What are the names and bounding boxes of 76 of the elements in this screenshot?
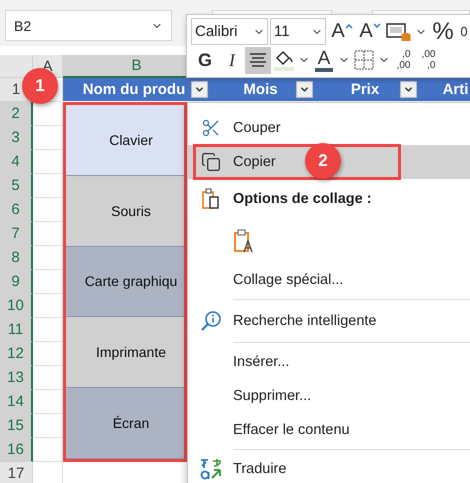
table-header-cell: Arti — [420, 78, 470, 102]
align-center-icon — [249, 52, 267, 68]
grid-cell — [33, 222, 63, 246]
row-header[interactable]: 15 — [0, 414, 33, 438]
row-header[interactable]: 11 — [0, 318, 33, 342]
row-header[interactable]: 2 — [0, 102, 33, 126]
name-box[interactable]: B2 — [5, 10, 172, 41]
select-all-corner[interactable] — [0, 55, 33, 78]
table-icon — [386, 20, 412, 43]
menu-item[interactable]: Effacer le contenu — [188, 413, 470, 447]
grid-cell — [33, 174, 63, 198]
filter-button[interactable] — [191, 81, 208, 98]
row-header[interactable]: 4 — [0, 150, 33, 174]
center-align-button[interactable] — [245, 46, 271, 74]
copy-icon — [200, 152, 220, 172]
row-header[interactable]: 8 — [0, 246, 33, 270]
grid-cell — [33, 414, 63, 438]
grid-cell — [33, 390, 63, 414]
row-header[interactable]: 9 — [0, 270, 33, 294]
decimal-button[interactable]: ,0 ,00 — [391, 46, 416, 74]
row-header[interactable]: 7 — [0, 222, 33, 246]
grid-cell — [33, 270, 63, 294]
table-header-cell: Prix — [316, 78, 420, 102]
menu-item[interactable]: Insérer... — [188, 345, 470, 379]
grid-cell — [33, 342, 63, 366]
filter-button[interactable] — [296, 81, 313, 98]
row-header[interactable]: 16 — [0, 438, 33, 462]
row-header[interactable]: 14 — [0, 390, 33, 414]
row-header[interactable]: 6 — [0, 198, 33, 222]
up-caret-icon — [344, 22, 353, 29]
table-header-cell: Nom du produ — [63, 78, 211, 102]
menu-item[interactable]: Recherche intelligente — [188, 302, 470, 340]
merged-cell: Imprimante — [66, 317, 184, 388]
merged-cell: Carte graphiqu — [66, 246, 184, 318]
input-field[interactable] — [212, 10, 332, 14]
grid-cell — [33, 246, 63, 270]
decimal-button[interactable]: ,00 ,0 — [416, 46, 441, 74]
menu-item[interactable]: Traduire — [188, 452, 470, 483]
grid-cell — [33, 438, 63, 462]
percent-button[interactable]: % — [428, 18, 458, 46]
search-icon — [200, 310, 222, 332]
grow-font-button[interactable]: A — [328, 18, 356, 46]
menu-item[interactable]: Couper — [188, 111, 470, 145]
merged-cell: Souris — [66, 176, 184, 247]
font-color-button[interactable]: A — [311, 46, 337, 74]
row-header[interactable]: 13 — [0, 366, 33, 390]
menu-item[interactable]: Supprimer... — [188, 379, 470, 413]
grid-cell — [33, 294, 63, 318]
merged-cell: Clavier — [66, 105, 184, 176]
borders-icon — [354, 50, 374, 70]
clipboard-icon — [202, 188, 220, 210]
comma-style-button[interactable]: 0 — [458, 18, 470, 46]
grid-cell — [33, 126, 63, 150]
row-header[interactable]: 10 — [0, 294, 33, 318]
shrink-font-button[interactable]: A — [356, 18, 384, 46]
row-header[interactable]: 12 — [0, 342, 33, 366]
menu-heading: Options de collage : — [233, 191, 372, 207]
font-dropdown[interactable]: Calibri — [191, 18, 268, 46]
merged-cell: Écran — [66, 388, 184, 459]
down-caret-icon — [372, 22, 381, 29]
italic-button[interactable]: I — [219, 46, 245, 74]
font-size-dropdown[interactable]: 11 — [270, 18, 326, 46]
filter-button[interactable] — [400, 81, 417, 98]
scissors-icon — [200, 118, 220, 138]
translate-icon — [198, 457, 222, 481]
row-header[interactable]: 3 — [0, 126, 33, 150]
color-bar — [315, 68, 333, 72]
grid-cell — [33, 150, 63, 174]
table-header-cell: Mois — [211, 78, 316, 102]
row-header[interactable]: 17 — [0, 462, 33, 483]
grid-cell — [33, 318, 63, 342]
row-header[interactable]: 5 — [0, 174, 33, 198]
paint-bucket-icon — [273, 49, 295, 72]
menu-item[interactable]: Collage spécial... — [188, 263, 470, 297]
grid-cell — [33, 198, 63, 222]
grid-cell — [33, 366, 63, 390]
